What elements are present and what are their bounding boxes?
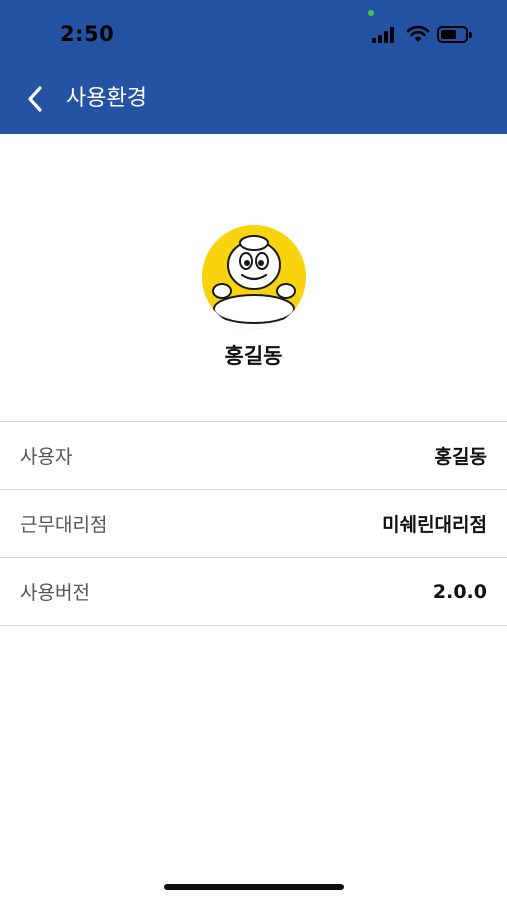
nav-bar: 사용환경: [0, 70, 507, 134]
info-value: 2.0.0: [432, 580, 487, 603]
info-value: 미쉐린대리점: [382, 514, 487, 536]
info-row-version: 사용버전 2.0.0: [0, 558, 507, 626]
cellular-signal-icon: [372, 27, 394, 43]
status-time: 2:50: [60, 22, 115, 46]
info-label: 사용버전: [20, 582, 90, 604]
profile-name: 홍길동: [224, 344, 283, 368]
battery-icon: [437, 26, 472, 43]
info-label: 사용자: [20, 446, 73, 468]
status-bar: 2:50: [0, 0, 507, 70]
app-header: 2:50 사용환경: [0, 0, 507, 134]
info-list: 사용자 홍길동 근무대리점 미쉐린대리점 사용버전 2.0.0: [0, 421, 507, 626]
info-label: 근무대리점: [20, 514, 108, 536]
privacy-indicator-dot: [368, 10, 374, 16]
wifi-icon: [406, 25, 430, 42]
chevron-left-icon: [28, 86, 42, 112]
page-title: 사용환경: [66, 86, 147, 111]
info-row-branch: 근무대리점 미쉐린대리점: [0, 490, 507, 558]
info-row-user: 사용자 홍길동: [0, 422, 507, 490]
back-button[interactable]: [18, 82, 52, 116]
info-value: 홍길동: [434, 446, 487, 468]
avatar: [202, 225, 306, 329]
michelin-bibendum-avatar-icon: [202, 225, 306, 329]
home-indicator[interactable]: [164, 884, 344, 890]
profile-section: 홍길동: [0, 134, 507, 421]
